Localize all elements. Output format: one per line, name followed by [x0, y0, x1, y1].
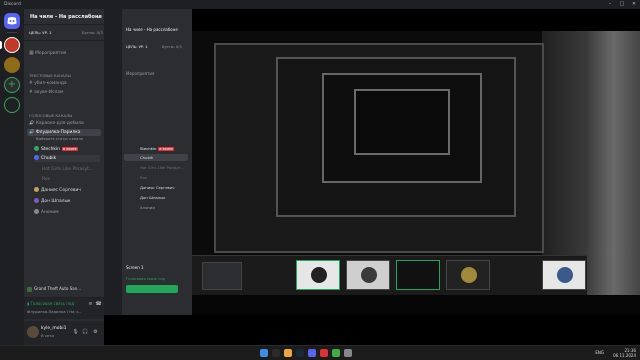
voice-channels-category[interactable]: ГОЛОСОВЫЕ КАНАЛЫ	[29, 112, 72, 119]
server-icon-chill[interactable]	[4, 37, 20, 53]
speaker-icon: 🔊	[29, 130, 36, 135]
voice-user-4[interactable]: Данияс Сергевич	[34, 187, 81, 194]
game-view-right	[587, 31, 640, 315]
microphone-icon[interactable]: 🎙	[72, 329, 79, 336]
file-explorer-icon[interactable]	[284, 349, 292, 357]
nested-voice-label: Голосовая связь под	[126, 277, 166, 281]
active-server-indicator	[0, 41, 2, 49]
activity-game[interactable]: Grand Theft Auto San...	[27, 285, 81, 292]
voice-channel-karaoke[interactable]: 🔊 Караоке-для-дебила	[29, 120, 84, 127]
recursive-frame-1	[214, 43, 544, 253]
recursive-frame-4	[354, 89, 450, 155]
voice-user-3[interactable]: Rox	[42, 176, 50, 183]
avatar[interactable]	[27, 326, 39, 338]
text-channels-category[interactable]: ТЕКСТОВЫЕ КАНАЛЫ	[29, 72, 71, 79]
voice-user-2[interactable]: Hot Girls Like Parasyt...	[42, 166, 93, 173]
voice-connected-label: ▮ Голосовая связь под	[27, 301, 75, 306]
server-icon-gold[interactable]	[4, 57, 20, 73]
server-list: +	[0, 9, 24, 345]
search-icon[interactable]	[272, 349, 280, 357]
tile-5[interactable]	[542, 260, 586, 290]
voice-user-1[interactable]: Chubik	[34, 155, 100, 162]
voice-user-5[interactable]: Дон Шпалык	[34, 198, 71, 205]
add-server-icon[interactable]: +	[4, 77, 20, 93]
channel-sidebar: На чиле - На расслабоне ⌄ ЦЕЛЬ: УР. 1 Бу…	[24, 9, 105, 345]
screen-share-stream[interactable]: ЦЕЛЬ: УР. 1 Бусты: 0/3 На чиле - На расс…	[104, 9, 640, 345]
start-icon[interactable]	[260, 349, 268, 357]
voice-channel-active[interactable]: 🔊 Флудилка-Парилка	[27, 129, 101, 136]
live-badge: В ЭФИРЕ	[61, 146, 78, 151]
events-link[interactable]: ▦ Мероприятия	[29, 50, 66, 57]
nested-screen-capture: 218P	[192, 31, 640, 315]
text-channel-0[interactable]: # убил-команда	[29, 80, 67, 87]
nested-user-0: Stechkin В ЭФИРЕ	[140, 146, 175, 151]
voice-user-0[interactable]: Stechkin В ЭФИРЕ	[34, 146, 78, 153]
tile-3[interactable]	[396, 260, 440, 290]
voice-user-6[interactable]: Аноним	[34, 209, 59, 216]
nested-server-name: На чиле - На расслабоне	[126, 27, 178, 32]
avatar	[34, 198, 39, 203]
voice-channel-path[interactable]: Флудилка-Парилка / На ч...	[27, 309, 82, 314]
discord-home-icon[interactable]	[4, 13, 20, 29]
disconnect-icon[interactable]: ☎	[95, 301, 102, 308]
nested-user-4: Данияс Сергевич	[140, 185, 175, 190]
nested-user-3: Rox	[140, 175, 147, 180]
recursive-frame-3	[322, 73, 482, 183]
maximize-icon[interactable]: □	[616, 0, 628, 9]
title-bar: Discord – □ ✕	[0, 0, 640, 9]
channel-status[interactable]: Выберите статус канала	[36, 136, 83, 143]
nested-user-1: Chubik	[140, 155, 154, 160]
headphones-icon[interactable]: 🎧	[82, 329, 89, 336]
server-boosts[interactable]: Бусты: 0/3 ›	[82, 29, 105, 36]
noise-suppression-icon[interactable]: ≋	[87, 301, 94, 308]
clock-date: 06.11.2024	[613, 353, 636, 358]
user-status: В сети	[41, 333, 54, 338]
language-indicator[interactable]: ENG	[595, 350, 604, 355]
speaker-icon: 🔊	[29, 121, 36, 126]
participant-tiles	[192, 255, 587, 295]
close-icon[interactable]: ✕	[628, 0, 640, 9]
minimize-icon[interactable]: –	[604, 0, 616, 9]
nested-user-6: Аноним	[140, 205, 156, 210]
app-icon[interactable]	[332, 349, 340, 357]
game-icon	[27, 286, 32, 292]
app-title: Discord	[4, 2, 21, 7]
server-goal[interactable]: ЦЕЛЬ: УР. 1	[29, 29, 52, 36]
tile-2[interactable]	[346, 260, 390, 290]
nested-taskbar	[192, 295, 640, 315]
chevron-down-icon[interactable]: ⌄	[96, 9, 100, 25]
server-name: На чиле - На расслабоне	[30, 14, 102, 20]
nested-user-2: Hot Girls Like Parasyt...	[140, 165, 185, 170]
user-panel: kyle_mobi1 В сети 🎙 🎧 ⚙	[24, 321, 104, 345]
nested-user-5: Дон Шпалык	[140, 195, 166, 200]
nested-events: Мероприятия	[126, 71, 155, 76]
steam-icon[interactable]	[296, 349, 304, 357]
nested-discord-sidebar: ЦЕЛЬ: УР. 1 Бусты: 0/3 На чиле - На расс…	[104, 9, 192, 315]
avatar	[34, 155, 39, 160]
clock[interactable]: 21:36 06.11.2024	[613, 348, 636, 358]
explore-servers-icon[interactable]	[4, 97, 20, 113]
nested-boosts: Бусты: 0/3	[162, 45, 182, 49]
avatar	[34, 209, 39, 214]
calendar-icon: ▦	[29, 50, 34, 56]
text-channel-1[interactable]: # ахуве-Ислам	[29, 89, 63, 96]
avatar	[34, 187, 39, 192]
server-header[interactable]: На чиле - На расслабоне ⌄	[24, 9, 104, 25]
recursive-frame-2	[276, 57, 516, 217]
nested-server-goal: ЦЕЛЬ: УР. 1	[126, 45, 148, 49]
opera-icon[interactable]	[320, 349, 328, 357]
username[interactable]: kyle_mobi1	[41, 326, 66, 331]
desktop: Discord – □ ✕ + На чиле - На расслабоне …	[0, 0, 640, 360]
nested-screen-label: Screen 1	[126, 265, 144, 270]
tile-4[interactable]	[446, 260, 490, 290]
windows-taskbar: ENG 21:36 06.11.2024	[0, 345, 640, 360]
tile-0[interactable]	[202, 262, 242, 290]
app-icon-2[interactable]	[344, 349, 352, 357]
gear-icon[interactable]: ⚙	[92, 329, 99, 336]
avatar	[34, 146, 39, 151]
voice-connection-panel: ▮ Голосовая связь под Флудилка-Парилка /…	[24, 297, 104, 319]
tile-1[interactable]	[296, 260, 340, 290]
discord-icon[interactable]	[308, 349, 316, 357]
